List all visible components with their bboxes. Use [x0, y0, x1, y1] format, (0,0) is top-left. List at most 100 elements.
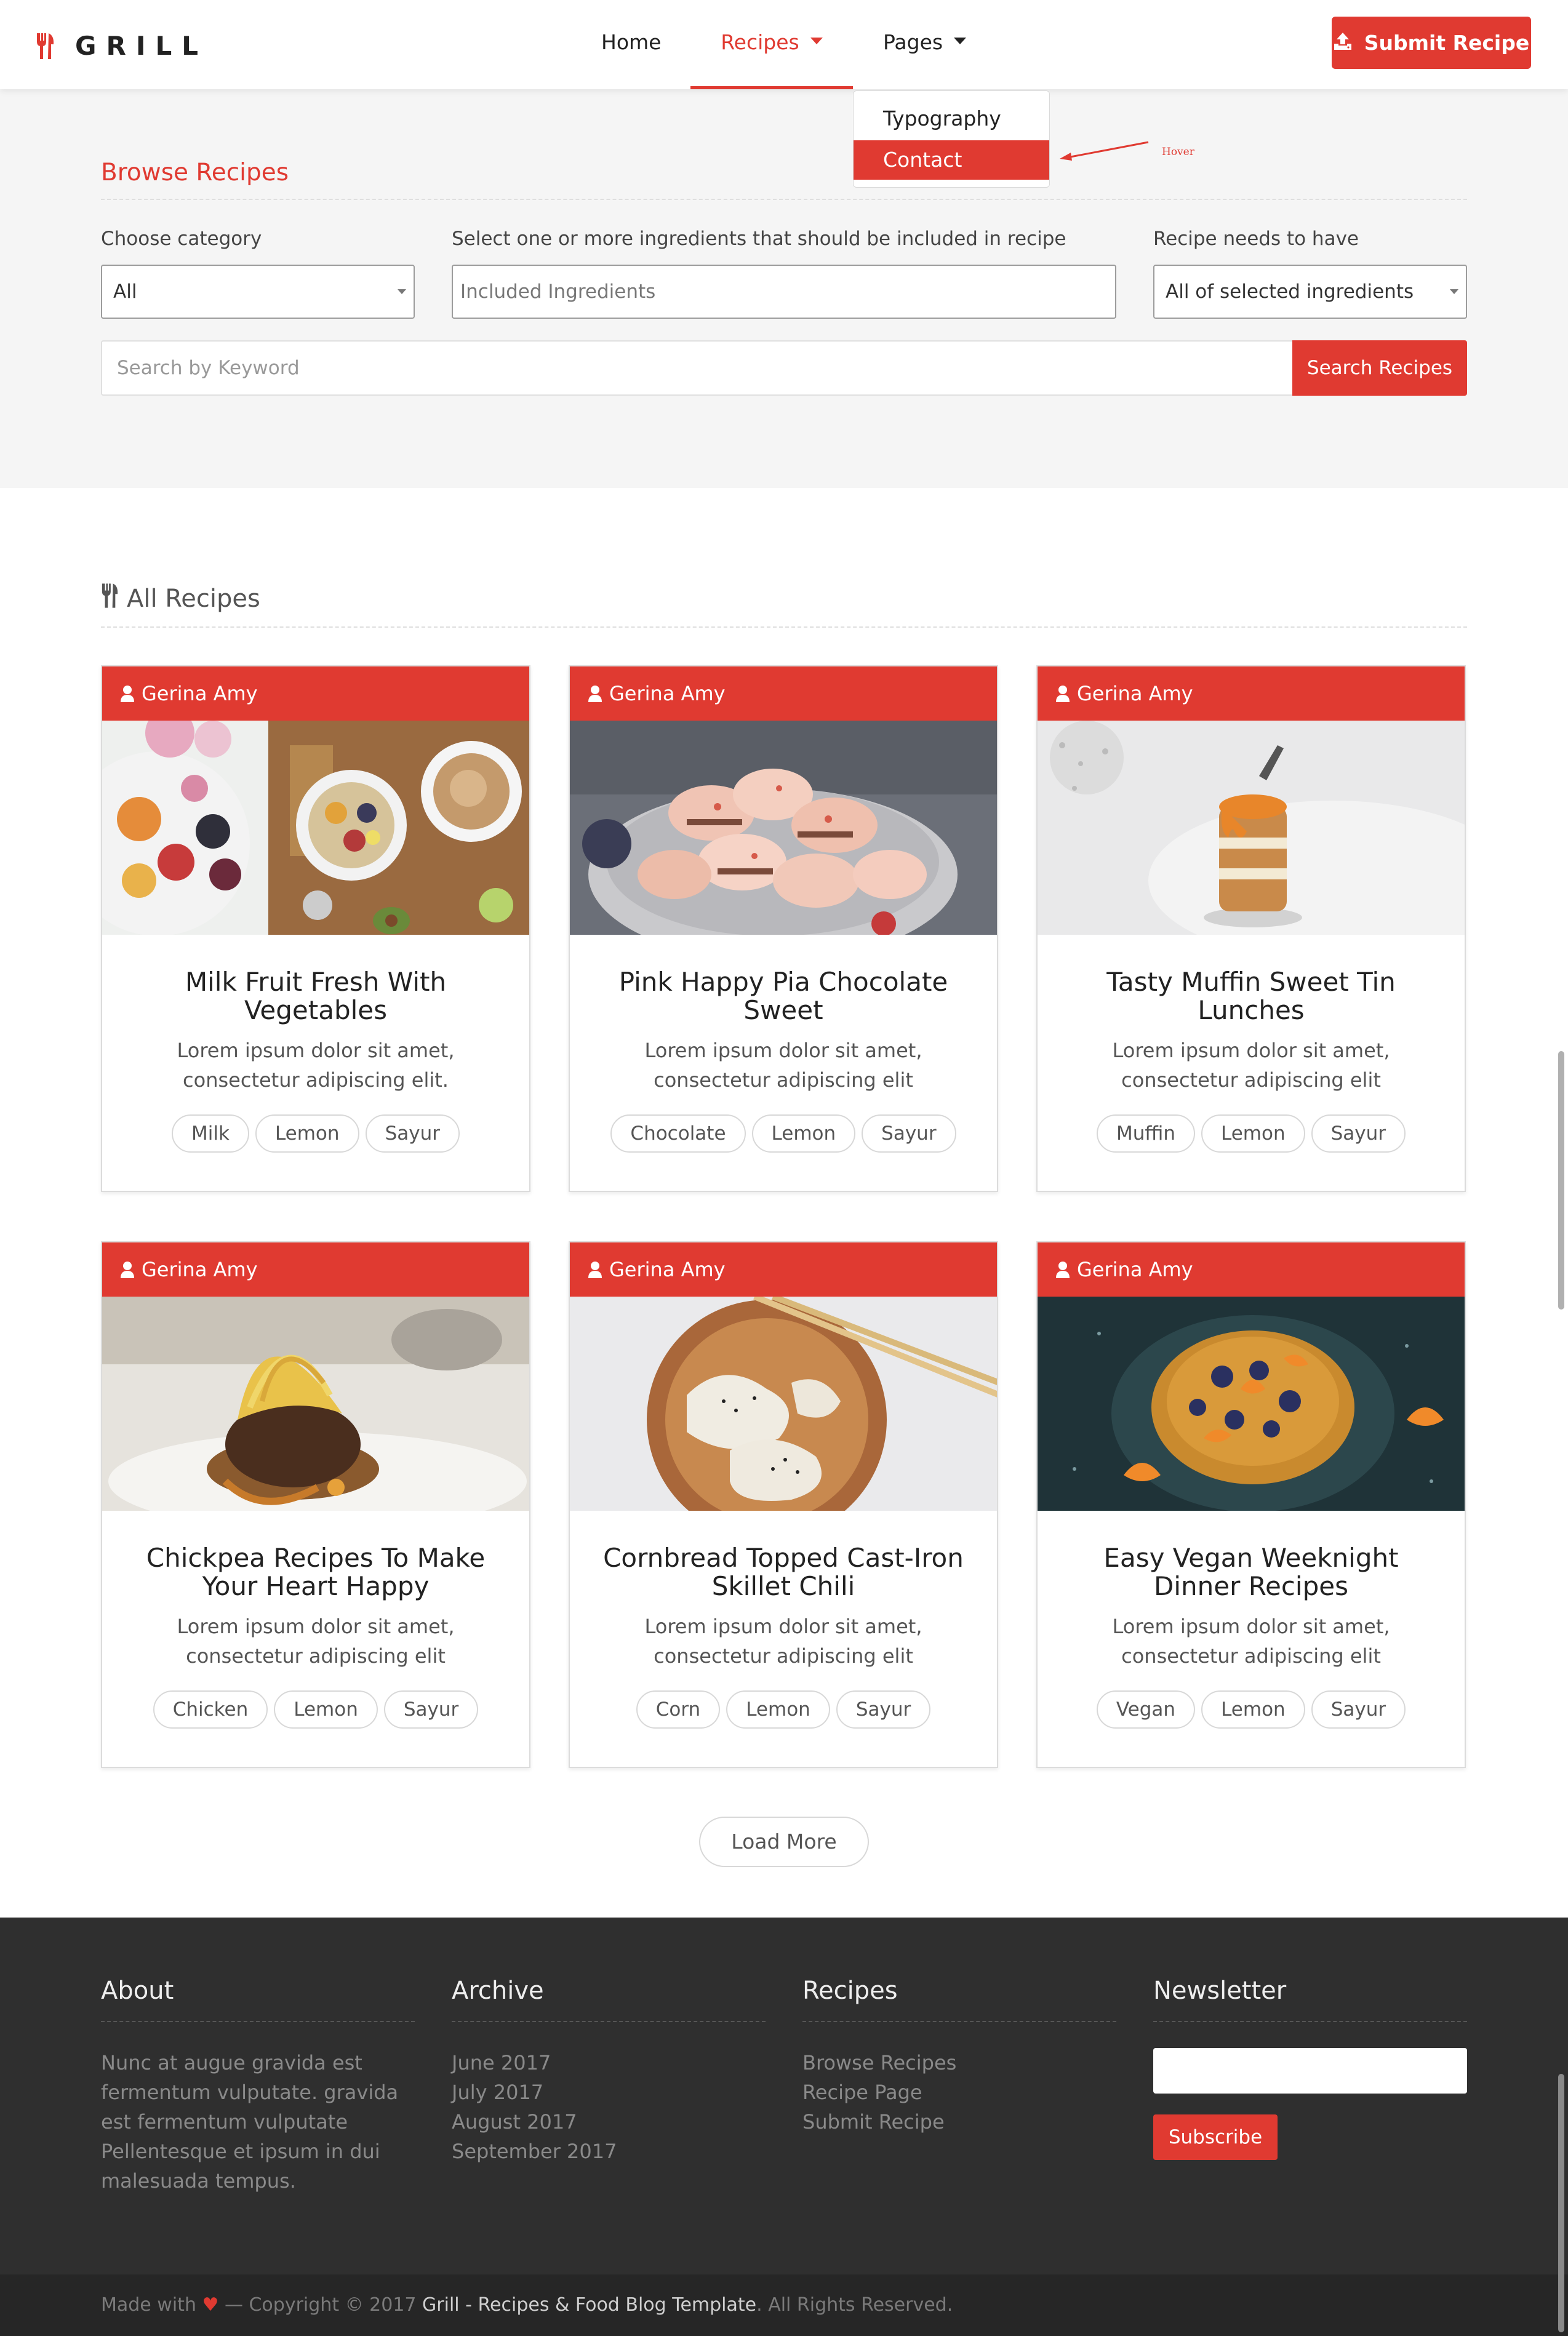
recipe-image[interactable] [102, 721, 529, 935]
recipe-title[interactable]: Cornbread Topped Cast-Iron Skillet Chili [594, 1544, 972, 1601]
recipe-card[interactable]: Gerina Amy Chickpea Recipes To Make Your… [101, 1241, 530, 1768]
needs-value: All of selected ingredients [1166, 281, 1414, 303]
user-icon [588, 1262, 602, 1278]
submit-recipe-button[interactable]: Submit Recipe [1332, 17, 1531, 69]
divider [101, 199, 1467, 200]
recipe-tag[interactable]: Muffin [1096, 1114, 1195, 1153]
recipe-tag[interactable]: Milk [172, 1114, 249, 1153]
recipe-tag[interactable]: Chocolate [610, 1114, 746, 1153]
archive-link[interactable]: September 2017 [452, 2137, 766, 2166]
recipe-description: Lorem ipsum dolor sit amet, consectetur … [177, 1039, 455, 1092]
recipe-card[interactable]: Gerina Amy Cornbread Topped Cast-Iron Sk… [569, 1241, 998, 1768]
nav-home[interactable]: Home [601, 0, 661, 89]
keyword-search-input[interactable]: Search by Keyword [101, 340, 1294, 396]
recipe-tag[interactable]: Sayur [836, 1690, 931, 1729]
site-footer: About Nunc at augue gravida est fermentu… [0, 1918, 1568, 2274]
recipe-tag[interactable]: Sayur [1311, 1114, 1406, 1153]
nav-pages-label: Pages [883, 30, 943, 54]
recipe-tag[interactable]: Lemon [1201, 1690, 1305, 1729]
recipe-tag[interactable]: Lemon [751, 1114, 856, 1153]
scrollbar-thumb[interactable] [1558, 1051, 1564, 1310]
recipe-description: Lorem ipsum dolor sit amet, consectetur … [1112, 1615, 1390, 1668]
recipe-tag[interactable]: Sayur [862, 1114, 956, 1153]
card-author-bar[interactable]: Gerina Amy [570, 666, 997, 721]
recipe-description: Lorem ipsum dolor sit amet, consectetur … [644, 1039, 922, 1092]
recipe-title[interactable]: Milk Fruit Fresh With Vegetables [127, 968, 505, 1025]
recipe-card[interactable]: Gerina Amy Milk Fruit Fresh With Vegetab… [101, 665, 530, 1192]
archive-link[interactable]: June 2017 [452, 2048, 766, 2078]
dropdown-item-typography[interactable]: Typography [854, 99, 1049, 138]
card-author-bar[interactable]: Gerina Amy [570, 1242, 997, 1297]
recipe-card[interactable]: Gerina Amy Tasty Muffin Sweet Tin Lunche… [1036, 665, 1466, 1192]
copyright-rights: . All Rights Reserved. [756, 2294, 953, 2316]
search-recipes-button[interactable]: Search Recipes [1292, 340, 1467, 396]
user-icon [1056, 686, 1070, 702]
user-icon [121, 1262, 134, 1278]
archive-link[interactable]: August 2017 [452, 2107, 766, 2137]
recipe-tag[interactable]: Sayur [1311, 1690, 1406, 1729]
dropdown-item-contact[interactable]: Contact [854, 140, 1049, 180]
copyright-brand-link[interactable]: Grill - Recipes & Food Blog Template [422, 2294, 756, 2316]
logo[interactable]: GRILL [36, 31, 208, 61]
recipe-image[interactable] [570, 721, 997, 935]
site-header: GRILL Home Recipes Pages Submit Recipe [0, 0, 1568, 89]
recipe-tag[interactable]: Chicken [153, 1690, 268, 1729]
recipe-card[interactable]: Gerina Amy Pink Happy Pia Chocolate Swee… [569, 665, 998, 1192]
divider [101, 626, 1467, 628]
browse-title: Browse Recipes [101, 159, 289, 186]
recipe-tag[interactable]: Vegan [1096, 1690, 1196, 1729]
recipe-title[interactable]: Tasty Muffin Sweet Tin Lunches [1062, 968, 1440, 1025]
recipe-tag[interactable]: Lemon [726, 1690, 830, 1729]
recipe-tag[interactable]: Corn [636, 1690, 721, 1729]
ingredients-input[interactable]: Included Ingredients [452, 265, 1116, 319]
recipe-image[interactable] [102, 1297, 529, 1511]
footer-link-browse-recipes[interactable]: Browse Recipes [802, 2048, 1116, 2078]
recipe-title[interactable]: Chickpea Recipes To Make Your Heart Happ… [127, 1544, 505, 1601]
recipe-tags: Chicken Lemon Sayur [102, 1690, 529, 1729]
footer-about-text: Nunc at augue gravida est fermentum vulp… [101, 2051, 399, 2193]
dropdown-arrow-icon [1450, 289, 1458, 294]
card-author: Gerina Amy [609, 1258, 726, 1281]
category-select[interactable]: All [101, 265, 415, 319]
recipe-tag[interactable]: Lemon [274, 1690, 378, 1729]
user-icon [1056, 1262, 1070, 1278]
recipe-tag[interactable]: Sayur [365, 1114, 460, 1153]
keyword-search: Search by Keyword Search Recipes [101, 340, 1467, 396]
card-author-bar[interactable]: Gerina Amy [1038, 666, 1465, 721]
archive-link[interactable]: July 2017 [452, 2078, 766, 2107]
nav-recipes[interactable]: Recipes [690, 0, 853, 89]
needs-select[interactable]: All of selected ingredients [1153, 265, 1467, 319]
recipe-card[interactable]: Gerina Amy Easy Vegan Weeknight Dinner R… [1036, 1241, 1466, 1768]
nav-pages[interactable]: Pages [883, 0, 967, 89]
divider [452, 2021, 766, 2022]
footer-recipes: Recipes Browse Recipes Recipe Page Submi… [802, 1977, 1116, 2137]
recipe-tag[interactable]: Lemon [255, 1114, 359, 1153]
card-author-bar[interactable]: Gerina Amy [102, 1242, 529, 1297]
footer-link-submit-recipe[interactable]: Submit Recipe [802, 2107, 1116, 2137]
recipe-title[interactable]: Easy Vegan Weeknight Dinner Recipes [1062, 1544, 1440, 1601]
all-recipes-title: All Recipes [127, 585, 260, 613]
recipe-tags: Muffin Lemon Sayur [1038, 1114, 1465, 1153]
recipe-image[interactable] [1038, 1297, 1465, 1511]
footer-link-recipe-page[interactable]: Recipe Page [802, 2078, 1116, 2107]
scrollbar-thumb[interactable] [1558, 2074, 1564, 2332]
subscribe-button[interactable]: Subscribe [1153, 2114, 1278, 2160]
footer-archive-title: Archive [452, 1977, 544, 2005]
recipe-image[interactable] [1038, 721, 1465, 935]
newsletter-email-input[interactable] [1153, 2048, 1467, 2094]
footer-about-title: About [101, 1977, 174, 2005]
browse-recipes-section: Browse Recipes Choose category All Selec… [0, 89, 1568, 488]
recipe-tag[interactable]: Sayur [383, 1690, 479, 1729]
all-recipes-heading: All Recipes [101, 583, 260, 614]
recipe-image[interactable] [570, 1297, 997, 1511]
ingredients-label: Select one or more ingredients that shou… [452, 228, 1066, 250]
card-author-bar[interactable]: Gerina Amy [1038, 1242, 1465, 1297]
card-author-bar[interactable]: Gerina Amy [102, 666, 529, 721]
recipe-tag[interactable]: Lemon [1201, 1114, 1305, 1153]
card-author: Gerina Amy [142, 1258, 258, 1281]
recipe-title[interactable]: Pink Happy Pia Chocolate Sweet [594, 968, 972, 1025]
annotation-arrow-icon [1060, 141, 1149, 161]
load-more-button[interactable]: Load More [699, 1817, 869, 1867]
card-author: Gerina Amy [1077, 682, 1193, 705]
footer-archive: Archive June 2017 July 2017 August 2017 … [452, 1977, 766, 2166]
